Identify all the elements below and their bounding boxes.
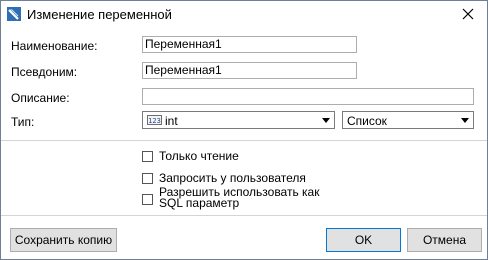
sql-param-checkbox[interactable] <box>142 194 153 205</box>
type-select[interactable]: 123 int <box>142 111 335 129</box>
window-title: Изменение переменной <box>27 7 172 22</box>
description-label: Описание: <box>11 91 70 105</box>
type-label: Тип: <box>11 115 35 129</box>
name-input[interactable]: Переменная1 <box>142 36 357 53</box>
alias-label: Псевдоним: <box>11 65 78 79</box>
kind-value: Список <box>347 114 387 128</box>
cancel-button[interactable]: Отмена <box>407 228 482 252</box>
chevron-down-icon[interactable] <box>457 112 473 128</box>
kind-select[interactable]: Список <box>342 111 474 129</box>
ask-user-checkbox[interactable] <box>142 173 153 184</box>
title-bar: Изменение переменной <box>1 1 487 28</box>
dialog-window: Изменение переменной Наименование: Перем… <box>0 0 488 260</box>
chevron-down-icon[interactable] <box>318 112 334 128</box>
save-copy-button[interactable]: Сохранить копию <box>10 228 117 252</box>
readonly-label: Только чтение <box>159 149 239 163</box>
alias-input[interactable]: Переменная1 <box>142 62 357 79</box>
ask-user-label: Запросить у пользователя <box>159 171 306 185</box>
app-icon <box>7 7 21 21</box>
ok-button[interactable]: OK <box>326 228 401 252</box>
description-input[interactable] <box>142 88 474 105</box>
type-value: int <box>165 114 178 128</box>
sql-param-label: Разрешить использовать как SQL параметр <box>159 185 320 210</box>
name-label: Наименование: <box>11 39 98 53</box>
type-int-icon: 123 <box>147 115 162 125</box>
separator-bottom <box>1 215 487 216</box>
close-icon[interactable] <box>461 7 475 21</box>
separator-top <box>1 140 487 141</box>
readonly-checkbox[interactable] <box>142 151 153 162</box>
